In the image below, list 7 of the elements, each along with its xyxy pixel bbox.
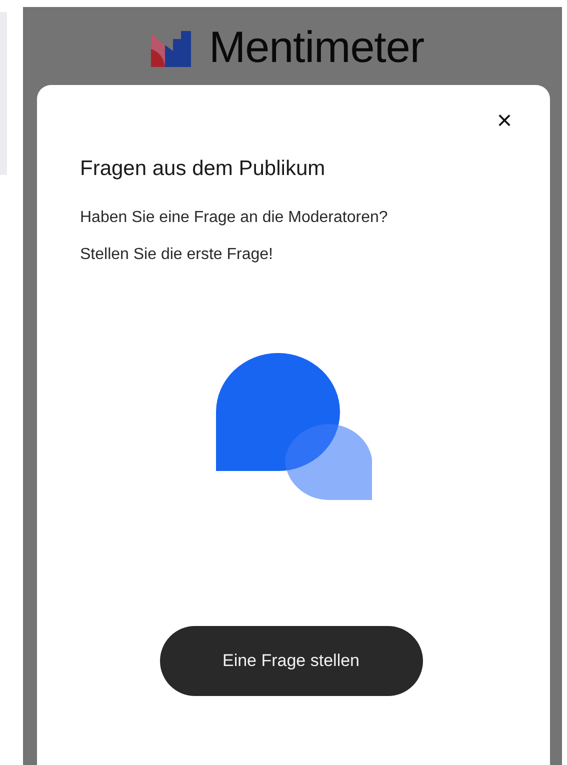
modal-title: Fragen aus dem Publikum — [80, 157, 326, 181]
ask-question-button[interactable]: Eine Frage stellen — [160, 626, 422, 696]
logo-text: Mentimeter — [208, 23, 424, 73]
close-button[interactable]: × — [496, 107, 512, 133]
description-text: Stellen Sie die erste Frage! — [80, 245, 274, 265]
logo-icon — [150, 31, 193, 67]
description-text: Haben Sie eine Frage an die Moderatoren? — [80, 208, 389, 228]
